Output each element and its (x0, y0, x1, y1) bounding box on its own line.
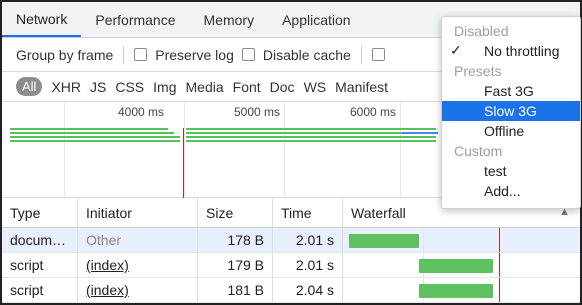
cell-type: script (2, 253, 78, 277)
checkbox-icon (134, 48, 148, 61)
request-bar (402, 132, 438, 134)
cell-time: 2.01 s (273, 253, 343, 277)
menu-item-test[interactable]: test (442, 161, 580, 181)
request-bar (10, 132, 174, 134)
menu-item-fast-3g[interactable]: Fast 3G (442, 81, 580, 101)
cell-type: script (2, 278, 78, 302)
requests-table: Type Initiator Size Time Waterfall ▲ doc… (2, 198, 580, 303)
cell-size: 181 B (198, 278, 273, 302)
waterfall-label: Waterfall (351, 204, 406, 221)
request-bar (10, 136, 180, 138)
filter-doc[interactable]: Doc (270, 79, 295, 95)
timeline-tick: 4000 ms (118, 105, 165, 119)
request-bar (186, 128, 436, 130)
cell-initiator: Other (78, 228, 198, 252)
cell-initiator-link[interactable]: (index) (78, 278, 198, 302)
request-bar (186, 132, 436, 134)
cell-time: 2.04 s (273, 278, 343, 302)
load-event-marker (499, 228, 500, 252)
column-header-time[interactable]: Time (273, 198, 343, 227)
grid-line (423, 228, 424, 252)
tab-application[interactable]: Application (268, 2, 365, 37)
toolbar-divider (360, 45, 362, 64)
table-row[interactable]: script (index) 179 B 2.01 s (2, 253, 580, 278)
tab-label: Memory (203, 11, 255, 28)
checkmark-icon: ✓ (450, 42, 462, 58)
network-throttling-menu: Disabled ✓ No throttling Presets Fast 3G… (441, 16, 581, 209)
filter-js[interactable]: JS (90, 79, 106, 95)
cell-waterfall (343, 228, 580, 252)
menu-item-no-throttling[interactable]: ✓ No throttling (442, 41, 580, 61)
menu-item-add[interactable]: Add... (442, 181, 580, 201)
tab-memory[interactable]: Memory (190, 2, 269, 37)
filter-manifest[interactable]: Manifest (335, 79, 388, 95)
grid-line (184, 102, 185, 197)
load-event-marker (499, 253, 500, 277)
filter-ws[interactable]: WS (304, 79, 327, 95)
request-bar (186, 140, 436, 142)
request-bar (186, 136, 436, 138)
filter-font[interactable]: Font (233, 79, 261, 95)
grid-line (400, 102, 401, 197)
grid-line (64, 102, 65, 197)
waterfall-bar (419, 284, 493, 298)
tab-label: Network (16, 10, 68, 27)
menu-item-label: No throttling (484, 43, 560, 59)
disable-cache-checkbox[interactable]: Disable cache (241, 46, 351, 63)
cell-type: docum… (2, 228, 78, 252)
cell-waterfall (343, 278, 580, 302)
tab-label: Application (282, 11, 351, 28)
request-bar (10, 128, 168, 130)
cell-initiator-link[interactable]: (index) (78, 253, 198, 277)
tab-label: Performance (95, 11, 176, 28)
cell-waterfall (343, 253, 580, 277)
load-event-marker (499, 278, 500, 302)
waterfall-bar (349, 234, 419, 248)
menu-group-custom: Custom (454, 143, 503, 159)
filter-xhr[interactable]: XHR (51, 79, 81, 95)
preserve-log-checkbox[interactable]: Preserve log (134, 47, 234, 63)
cell-size: 179 B (198, 253, 273, 277)
load-event-marker (183, 128, 184, 198)
column-header-size[interactable]: Size (198, 198, 273, 227)
group-by-frame-label: Group by frame (16, 46, 114, 63)
timeline-tick: 6000 ms (350, 105, 397, 119)
menu-group-disabled: Disabled (454, 23, 509, 39)
grid-line (284, 102, 285, 197)
cell-time: 2.01 s (273, 228, 343, 252)
tab-performance[interactable]: Performance (81, 2, 189, 37)
request-bar (10, 140, 180, 142)
table-row[interactable]: docum… Other 178 B 2.01 s (2, 228, 580, 253)
filter-all[interactable]: All (16, 77, 43, 96)
checkbox-icon (371, 48, 385, 61)
timeline-tick: 5000 ms (234, 105, 281, 119)
filter-css[interactable]: CSS (115, 79, 144, 95)
disable-cache-label: Disable cache (262, 46, 351, 63)
filter-media[interactable]: Media (186, 79, 224, 95)
filter-img[interactable]: Img (153, 79, 176, 95)
tab-network[interactable]: Network (2, 2, 82, 37)
menu-group-presets: Presets (454, 63, 502, 79)
toolbar-divider (123, 45, 125, 64)
table-row[interactable]: script (index) 181 B 2.04 s (2, 278, 580, 303)
preserve-log-label: Preserve log (155, 46, 234, 63)
checkbox-icon (241, 48, 255, 61)
waterfall-bar (419, 259, 493, 273)
offline-checkbox[interactable] (371, 48, 393, 61)
column-header-type[interactable]: Type (2, 198, 78, 227)
menu-item-offline[interactable]: Offline (442, 121, 580, 141)
column-header-initiator[interactable]: Initiator (78, 198, 198, 227)
cell-size: 178 B (198, 228, 273, 252)
menu-item-slow-3g[interactable]: Slow 3G (442, 101, 580, 121)
